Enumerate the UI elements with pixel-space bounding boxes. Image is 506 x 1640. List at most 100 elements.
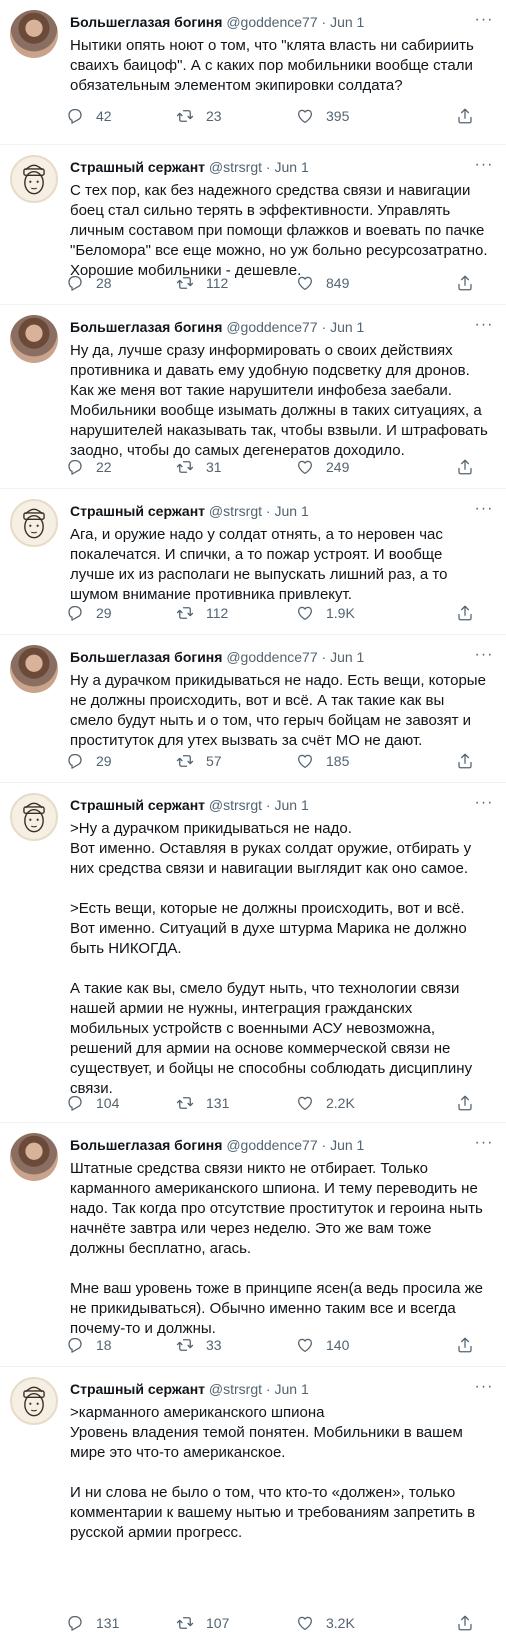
more-icon[interactable]: ··· <box>474 795 494 815</box>
share-icon <box>458 605 472 621</box>
avatar[interactable] <box>10 1377 58 1425</box>
header-separator: · <box>321 1137 327 1153</box>
reply-icon <box>68 275 82 291</box>
avatar[interactable] <box>10 155 58 203</box>
tweet[interactable]: Страшный сержант @strsrgt · Jun 1 ··· >к… <box>0 1366 506 1638</box>
avatar[interactable] <box>10 645 58 693</box>
author-name[interactable]: Страшный сержант <box>70 159 205 175</box>
tweet-date[interactable]: Jun 1 <box>274 159 308 175</box>
more-icon[interactable]: ··· <box>474 1379 494 1399</box>
retweet-count: 33 <box>206 1337 222 1353</box>
reply-icon <box>68 1095 82 1111</box>
author-handle[interactable]: @goddence77 <box>226 319 317 335</box>
retweet-count: 31 <box>206 459 222 475</box>
tweet-header: Страшный сержант @strsrgt · Jun 1 <box>70 501 472 521</box>
retweet-count: 112 <box>206 605 229 621</box>
avatar[interactable] <box>10 315 58 363</box>
tweet[interactable]: Страшный сержант @strsrgt · Jun 1 ··· Аг… <box>0 488 506 634</box>
more-icon[interactable]: ··· <box>474 501 494 521</box>
reply-count: 104 <box>96 1095 120 1111</box>
sergeant-avatar-art <box>23 1386 45 1417</box>
reply-count: 29 <box>96 605 112 621</box>
tweet-date[interactable]: Jun 1 <box>330 14 364 30</box>
tweet-actions: 28 112 849 <box>66 273 482 293</box>
retweet-icon <box>176 1339 194 1351</box>
retweet-count: 23 <box>206 108 222 124</box>
avatar[interactable] <box>10 793 58 841</box>
share-icon <box>458 459 472 475</box>
like-icon <box>297 109 313 124</box>
sergeant-avatar-art <box>23 164 45 195</box>
tweet-date[interactable]: Jun 1 <box>330 649 364 665</box>
tweet[interactable]: Большеглазая богиня @goddence77 · Jun 1 … <box>0 304 506 488</box>
author-handle[interactable]: @goddence77 <box>226 1137 317 1153</box>
like-icon <box>297 1616 313 1631</box>
tweet-text: Штатные средства связи никто не отбирает… <box>70 1160 483 1337</box>
tweet-date[interactable]: Jun 1 <box>330 319 364 335</box>
more-icon[interactable]: ··· <box>474 1135 494 1155</box>
tweet-actions: 29 112 1.9K <box>66 603 482 623</box>
tweet[interactable]: Страшный сержант @strsrgt · Jun 1 ··· С … <box>0 144 506 304</box>
reply-icon <box>68 1337 82 1353</box>
retweet-count: 131 <box>206 1095 230 1111</box>
author-name[interactable]: Большеглазая богиня <box>70 1137 222 1153</box>
more-icon[interactable]: ··· <box>474 157 494 177</box>
like-count: 395 <box>326 108 350 124</box>
like-icon <box>297 754 313 769</box>
more-icon[interactable]: ··· <box>474 317 494 337</box>
reply-count: 18 <box>96 1337 112 1353</box>
tweet[interactable]: Большеглазая богиня @goddence77 · Jun 1 … <box>0 634 506 782</box>
tweet-header: Большеглазая богиня @goddence77 · Jun 1 <box>70 12 472 32</box>
header-separator: · <box>321 319 327 335</box>
tweet[interactable]: Большеглазая богиня @goddence77 · Jun 1 … <box>0 0 506 144</box>
tweet-date[interactable]: Jun 1 <box>274 503 308 519</box>
tweet[interactable]: Большеглазая богиня @goddence77 · Jun 1 … <box>0 1122 506 1366</box>
tweet-header: Страшный сержант @strsrgt · Jun 1 <box>70 157 472 177</box>
tweet-text: Ну а дурачком прикидываться не надо. Ест… <box>70 672 486 749</box>
tweet-header: Большеглазая богиня @goddence77 · Jun 1 <box>70 317 472 337</box>
reply-count: 29 <box>96 753 112 769</box>
header-separator: · <box>321 14 327 30</box>
retweet-count: 112 <box>206 275 229 291</box>
author-name[interactable]: Страшный сержант <box>70 1381 205 1397</box>
tweet[interactable]: Страшный сержант @strsrgt · Jun 1 ··· >Н… <box>0 782 506 1122</box>
author-name[interactable]: Страшный сержант <box>70 797 205 813</box>
author-name[interactable]: Большеглазая богиня <box>70 649 222 665</box>
tweet-text: Ну да, лучше сразу информировать о своих… <box>70 342 488 459</box>
tweet-date[interactable]: Jun 1 <box>274 797 308 813</box>
author-handle[interactable]: @strsrgt <box>209 797 262 813</box>
avatar[interactable] <box>10 10 58 58</box>
author-handle[interactable]: @strsrgt <box>209 159 262 175</box>
tweet-text: Нытики опять ноют о том, что "клята влас… <box>70 37 474 94</box>
more-icon[interactable]: ··· <box>474 12 494 32</box>
like-icon <box>297 606 313 621</box>
like-count: 3.2K <box>326 1615 355 1631</box>
tweet-text: >Ну а дурачком прикидываться не надо. Во… <box>70 820 473 1097</box>
avatar[interactable] <box>10 499 58 547</box>
author-name[interactable]: Страшный сержант <box>70 503 205 519</box>
reply-icon <box>68 753 82 769</box>
tweet-text: С тех пор, как без надежного средства св… <box>70 182 488 279</box>
author-handle[interactable]: @strsrgt <box>209 1381 262 1397</box>
author-name[interactable]: Большеглазая богиня <box>70 14 222 30</box>
author-handle[interactable]: @goddence77 <box>226 14 317 30</box>
reply-count: 42 <box>96 108 112 124</box>
retweet-count: 57 <box>206 753 222 769</box>
author-name[interactable]: Большеглазая богиня <box>70 319 222 335</box>
share-icon <box>458 275 472 291</box>
retweet-icon <box>176 461 194 473</box>
avatar[interactable] <box>10 1133 58 1181</box>
tweet-text: >карманного американского шпиона Уровень… <box>70 1404 476 1541</box>
share-icon <box>458 108 472 124</box>
header-separator: · <box>265 159 271 175</box>
reply-count: 28 <box>96 275 112 291</box>
retweet-icon <box>176 607 194 619</box>
reply-icon <box>68 459 82 475</box>
author-handle[interactable]: @strsrgt <box>209 503 262 519</box>
tweet-date[interactable]: Jun 1 <box>274 1381 308 1397</box>
more-icon[interactable]: ··· <box>474 647 494 667</box>
tweet-date[interactable]: Jun 1 <box>330 1137 364 1153</box>
author-handle[interactable]: @goddence77 <box>226 649 317 665</box>
like-icon <box>297 460 313 475</box>
header-separator: · <box>265 797 271 813</box>
